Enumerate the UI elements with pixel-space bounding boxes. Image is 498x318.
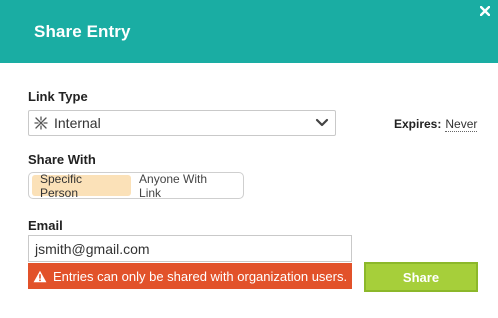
email-field[interactable]: jsmith@gmail.com [28, 235, 352, 262]
close-button[interactable] [478, 4, 492, 18]
expires: Expires: Never [394, 117, 478, 132]
chevron-down-icon [315, 117, 329, 129]
error-message-text: Entries can only be shared with organiza… [53, 268, 348, 284]
share-with-specific-person[interactable]: Specific Person [32, 172, 132, 200]
ban-icon [34, 116, 48, 130]
link-type-label: Link Type [28, 89, 88, 104]
expires-label: Expires: [394, 117, 442, 131]
share-with-toggle: Specific Person Anyone With Link [28, 172, 244, 200]
dialog-header: Share Entry [0, 0, 498, 63]
share-with-anyone-with-link[interactable]: Anyone With Link [131, 172, 240, 200]
email-label: Email [28, 218, 63, 233]
close-icon [480, 6, 490, 16]
warning-icon [33, 270, 47, 283]
dialog-title: Share Entry [34, 22, 131, 41]
link-type-value: Internal [54, 115, 101, 131]
expires-value-link[interactable]: Never [445, 117, 478, 132]
link-type-select[interactable]: Internal [28, 110, 336, 136]
share-with-label: Share With [28, 152, 96, 167]
error-message-bar: Entries can only be shared with organiza… [28, 263, 352, 289]
share-button[interactable]: Share [364, 262, 478, 292]
